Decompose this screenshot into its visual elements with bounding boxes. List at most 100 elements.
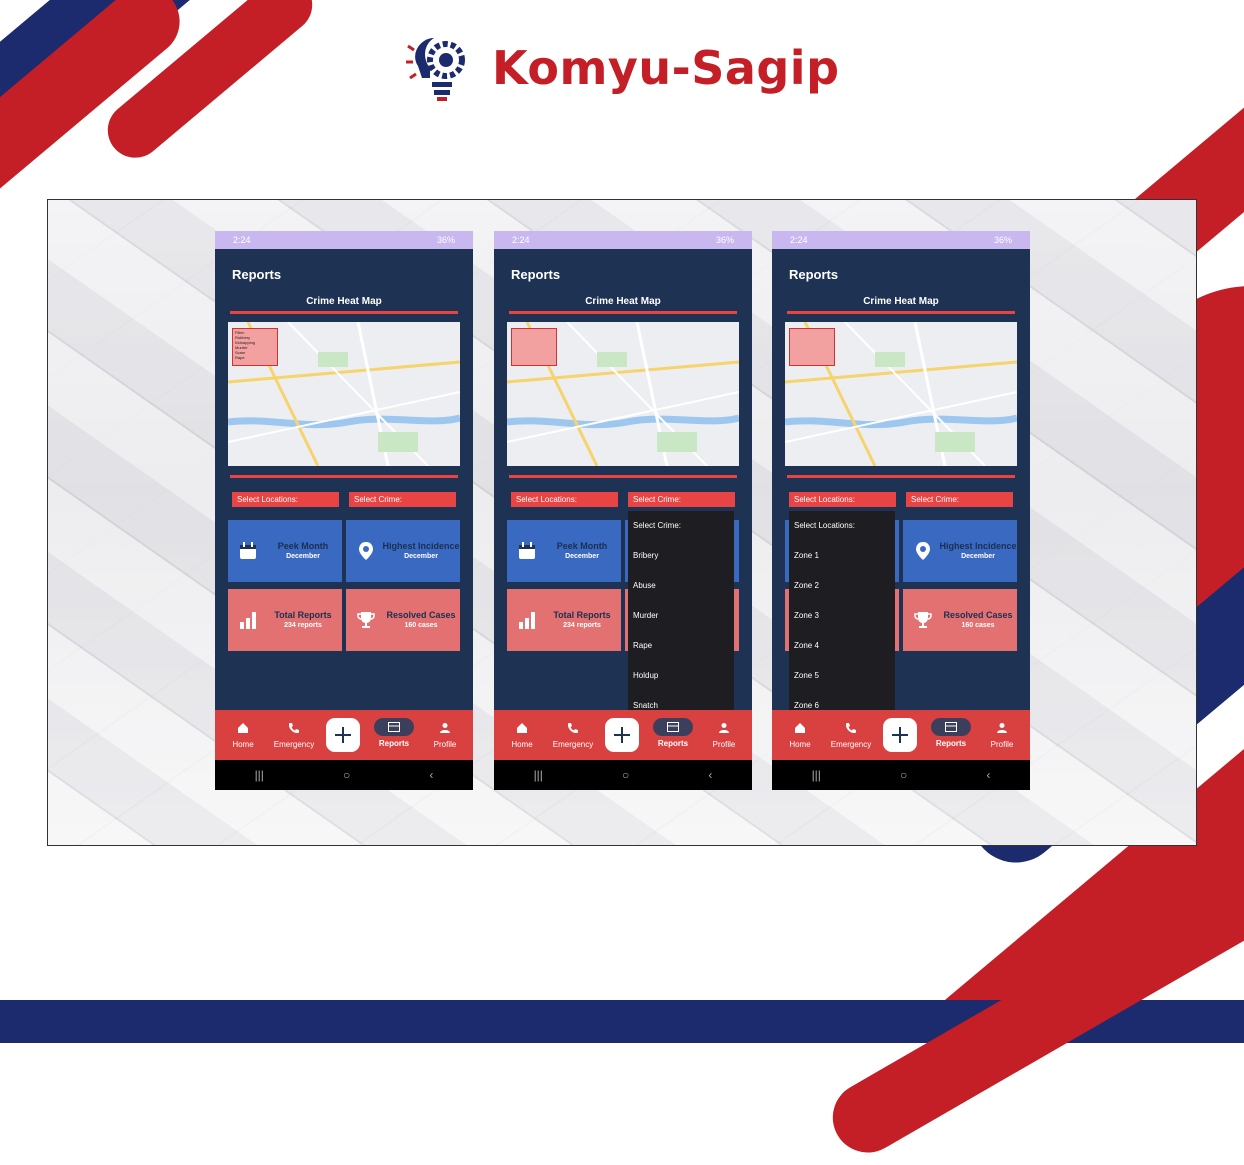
select-locations[interactable]: Select Locations:	[511, 492, 618, 507]
location-pin-icon	[354, 539, 378, 563]
nav-emergency[interactable]: Emergency	[273, 710, 315, 760]
nav-profile[interactable]: Profile	[704, 710, 744, 760]
add-report-button[interactable]	[326, 718, 360, 752]
bar-chart-icon	[515, 608, 539, 632]
dropdown-option[interactable]: Abuse	[628, 571, 734, 601]
card-total-reports: Total Reports 234 reports	[228, 589, 342, 651]
map-filter-box[interactable]	[511, 328, 557, 366]
select-crime[interactable]: Select Crime:	[906, 492, 1013, 507]
card-subtitle: December	[961, 552, 995, 560]
page-title: Reports	[511, 267, 561, 282]
back-icon[interactable]: ‹	[986, 768, 990, 782]
dropdown-option[interactable]: Bribery	[628, 541, 734, 571]
home-icon	[795, 723, 805, 733]
nav-home[interactable]: Home	[502, 710, 542, 760]
page-title: Reports	[232, 267, 282, 282]
map-filter-box[interactable]	[789, 328, 835, 366]
dropdown-option[interactable]: Rape	[628, 631, 734, 661]
phone-icon	[289, 723, 299, 733]
divider	[230, 475, 458, 478]
map-filter-box[interactable]: Filter: Robbery Kidnapping Murder Scam R…	[232, 328, 278, 366]
card-title: Highest Incidence	[382, 540, 460, 551]
select-locations[interactable]: Select Locations:	[789, 492, 896, 507]
recents-icon[interactable]: |||	[812, 768, 821, 782]
nav-label: Reports	[935, 739, 967, 748]
plus-icon	[614, 727, 630, 743]
lightbulb-gear-logo-icon	[406, 38, 465, 101]
card-resolved-cases: Resolved Cases 160 cases	[903, 589, 1017, 651]
nav-home[interactable]: Home	[780, 710, 820, 760]
divider	[509, 311, 737, 314]
status-bar: 2:24 36%	[772, 231, 1030, 249]
card-peek-month: Peek Month December	[228, 520, 342, 582]
bar-chart-icon	[236, 608, 260, 632]
crime-heat-map[interactable]	[785, 322, 1017, 466]
dropdown-option[interactable]: Holdup	[628, 661, 734, 691]
map-filter-option[interactable]: Rape	[235, 355, 275, 360]
dropdown-header: Select Locations:	[794, 521, 855, 530]
dropdown-option[interactable]: Zone 4	[789, 631, 895, 661]
nav-emergency[interactable]: Emergency	[552, 710, 594, 760]
status-battery: 36%	[715, 235, 734, 245]
reports-icon	[667, 722, 679, 732]
crime-heat-map[interactable]: Filter: Robbery Kidnapping Murder Scam R…	[228, 322, 460, 466]
dropdown-option[interactable]: Zone 3	[789, 601, 895, 631]
recents-icon[interactable]: |||	[534, 768, 543, 782]
phone-screen-3: 2:24 36% Reports Crime Heat Map Select L…	[772, 231, 1030, 790]
card-title: Resolved Cases	[943, 609, 1013, 620]
status-bar: 2:24 36%	[494, 231, 752, 249]
home-circle-icon[interactable]: ○	[900, 768, 907, 782]
status-battery: 36%	[436, 235, 455, 245]
back-icon[interactable]: ‹	[429, 768, 433, 782]
plus-icon	[335, 727, 351, 743]
dropdown-option[interactable]: Zone 2	[789, 571, 895, 601]
select-crime[interactable]: Select Crime:	[628, 492, 735, 507]
home-circle-icon[interactable]: ○	[622, 768, 629, 782]
nav-label: Reports	[378, 739, 410, 748]
dropdown-option[interactable]: Murder	[628, 601, 734, 631]
dropdown-option[interactable]: Zone 1	[789, 541, 895, 571]
phone-screen-2: 2:24 36% Reports Crime Heat Map Select L…	[494, 231, 752, 790]
phone-icon	[846, 723, 856, 733]
crime-dropdown-menu: Select Crime: Bribery Abuse Murder Rape …	[628, 511, 734, 721]
nav-home[interactable]: Home	[223, 710, 263, 760]
card-title: Highest Incidence	[939, 540, 1017, 551]
nav-reports[interactable]: Reports	[374, 710, 414, 760]
crime-heat-map[interactable]	[507, 322, 739, 466]
dropdown-header: Select Crime:	[633, 521, 682, 530]
add-report-button[interactable]	[605, 718, 639, 752]
add-report-button[interactable]	[883, 718, 917, 752]
nav-label: Reports	[657, 739, 689, 748]
nav-emergency[interactable]: Emergency	[830, 710, 872, 760]
nav-label: Home	[789, 740, 811, 749]
divider	[787, 311, 1015, 314]
reports-icon	[388, 722, 400, 732]
system-nav-bar: ||| ○ ‹	[494, 760, 752, 790]
nav-reports[interactable]: Reports	[653, 710, 693, 760]
nav-label: Emergency	[552, 740, 594, 749]
calendar-icon	[515, 539, 539, 563]
card-subtitle: 234 reports	[563, 621, 601, 629]
nav-profile[interactable]: Profile	[982, 710, 1022, 760]
nav-profile[interactable]: Profile	[425, 710, 465, 760]
phone-icon	[568, 723, 578, 733]
recents-icon[interactable]: |||	[255, 768, 264, 782]
heatmap-title: Crime Heat Map	[585, 296, 661, 307]
dropdown-option[interactable]: Zone 5	[789, 661, 895, 691]
divider	[787, 475, 1015, 478]
brand-header: Komyu-Sagip	[404, 30, 840, 106]
status-time: 2:24	[233, 235, 251, 245]
select-crime[interactable]: Select Crime:	[349, 492, 456, 507]
bottom-nav: Home Emergency Reports Profile	[215, 710, 473, 760]
back-icon[interactable]: ‹	[708, 768, 712, 782]
divider	[509, 475, 737, 478]
card-highest-incidence: Highest Incidence December	[346, 520, 460, 582]
card-peek-month: Peek Month December	[507, 520, 621, 582]
card-title: Peek Month	[277, 540, 329, 551]
select-locations[interactable]: Select Locations:	[232, 492, 339, 507]
home-circle-icon[interactable]: ○	[343, 768, 350, 782]
home-icon	[238, 723, 248, 733]
status-time: 2:24	[512, 235, 530, 245]
nav-reports[interactable]: Reports	[931, 710, 971, 760]
showcase-panel: 2:24 36% Reports Crime Heat Map Filter: …	[47, 199, 1197, 846]
